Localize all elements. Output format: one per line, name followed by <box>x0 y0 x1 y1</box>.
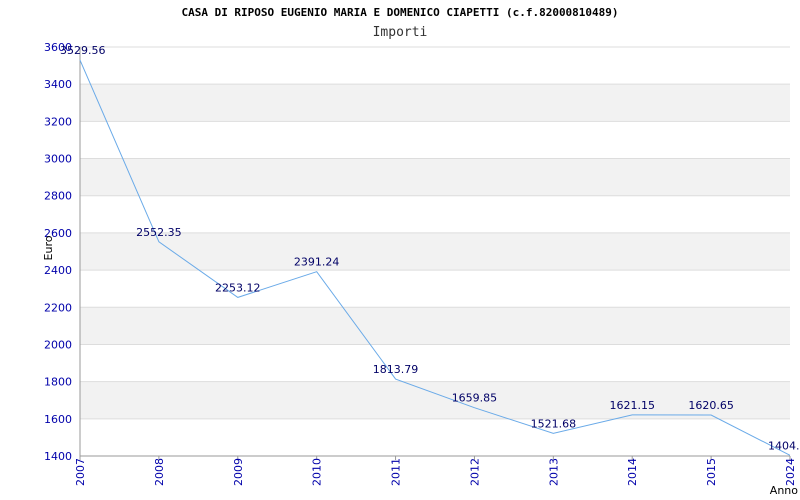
data-label: 1620.65 <box>688 399 734 412</box>
x-tick-label: 2014 <box>626 458 639 486</box>
data-label: 1621.15 <box>609 399 655 412</box>
band-7 <box>80 158 790 196</box>
x-tick-label: 2008 <box>153 458 166 486</box>
x-tick-label: 2009 <box>232 458 245 486</box>
y-tick-label: 1600 <box>44 413 72 426</box>
band-1 <box>80 381 790 419</box>
y-tick-label: 1400 <box>44 450 72 463</box>
x-tick-label: 2024 <box>784 458 797 486</box>
data-label: 1404.03 <box>768 439 800 452</box>
background-bands <box>80 84 790 419</box>
data-label: 2552.35 <box>136 226 182 239</box>
band-3 <box>80 307 790 345</box>
x-tick-labels: 2007 2008 2009 2010 2011 2012 2013 2014 2015 2024 <box>74 458 797 486</box>
x-tick-label: 2015 <box>705 458 718 486</box>
y-tick-label: 3000 <box>44 153 72 166</box>
y-tick-label: 3400 <box>44 78 72 91</box>
chart-root: CASA DI RIPOSO EUGENIO MARIA E DOMENICO … <box>0 0 800 500</box>
data-label: 2253.12 <box>215 281 261 294</box>
x-tick-label: 2010 <box>311 458 324 486</box>
y-tick-label: 3200 <box>44 115 72 128</box>
x-axis-label: Anno <box>770 484 798 497</box>
x-tick-label: 2013 <box>547 458 560 486</box>
y-axis-label: Euro <box>42 235 55 260</box>
x-tick-label: 2011 <box>390 458 403 486</box>
y-tick-label: 2800 <box>44 190 72 203</box>
band-5 <box>80 232 790 271</box>
y-tick-label: 2200 <box>44 301 72 314</box>
y-tick-label: 2000 <box>44 338 72 351</box>
data-label: 2391.24 <box>294 256 340 269</box>
data-label: 1521.68 <box>531 417 577 430</box>
line-chart: 1400160018002000220024002600280030003200… <box>42 41 800 497</box>
band-9 <box>80 84 790 122</box>
y-tick-label: 1800 <box>44 376 72 389</box>
data-label: 1659.85 <box>452 392 498 405</box>
x-tick-label: 2007 <box>74 458 87 486</box>
data-label: 3529.56 <box>60 44 106 57</box>
x-tick-label: 2012 <box>468 458 481 486</box>
y-tick-label: 2400 <box>44 264 72 277</box>
data-label: 1813.79 <box>373 363 419 376</box>
